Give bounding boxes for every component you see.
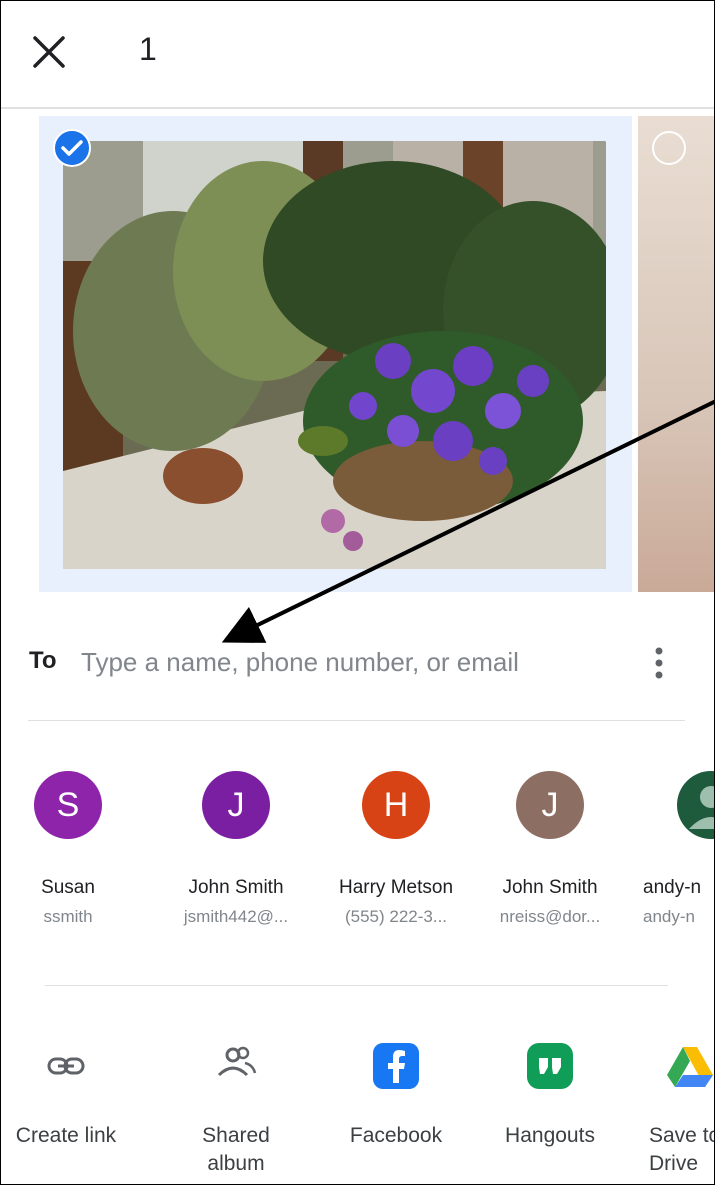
unselected-circle-icon[interactable] (652, 131, 686, 165)
close-icon[interactable] (31, 34, 67, 70)
avatar: S (34, 771, 102, 839)
recipient-row: To (29, 639, 689, 685)
shared-album-icon (217, 1046, 257, 1077)
avatar (677, 771, 714, 839)
selected-check-icon[interactable] (53, 129, 91, 167)
contact-name: andy-n (643, 877, 702, 898)
app-facebook[interactable]: Facebook (321, 1041, 471, 1150)
to-label: To (29, 647, 57, 674)
selected-count: 1 (139, 31, 157, 67)
contact-andy[interactable]: andy-n andy-n (641, 771, 714, 927)
app-label: Shared album (202, 1124, 270, 1175)
recipient-input[interactable] (79, 639, 603, 685)
contact-john-smith-2[interactable]: J John Smith nreiss@dor... (475, 771, 625, 927)
divider (45, 985, 668, 986)
contact-john-smith[interactable]: J John Smith jsmith442@... (161, 771, 311, 927)
app-label: Hangouts (505, 1124, 595, 1147)
contact-detail: andy-n (643, 907, 695, 926)
contact-name: Harry Metson (338, 877, 454, 898)
app-label: Save to Drive (649, 1124, 715, 1175)
contact-detail: ssmith (43, 907, 93, 926)
plants-photo[interactable] (63, 141, 606, 569)
app-label: Facebook (349, 1124, 443, 1147)
next-photo-thumbnail[interactable] (638, 116, 714, 592)
app-label: Create link (15, 1124, 117, 1147)
link-icon (47, 1057, 85, 1075)
top-divider (1, 107, 714, 109)
more-vert-icon[interactable] (649, 641, 669, 685)
person-icon (689, 786, 714, 829)
divider (28, 720, 685, 721)
avatar: J (516, 771, 584, 839)
contact-detail: nreiss@dor... (499, 907, 601, 926)
hangouts-icon (527, 1043, 573, 1089)
contact-harry-metson[interactable]: H Harry Metson (555) 222-3... (321, 771, 471, 927)
screen-frame: 1 To Type a name, phone number, or email… (0, 0, 715, 1185)
app-hangouts[interactable]: Hangouts (475, 1041, 625, 1150)
contact-susan[interactable]: S Susan ssmith (1, 771, 143, 927)
app-create-link[interactable]: Create link (1, 1041, 141, 1150)
drive-icon (667, 1047, 713, 1087)
avatar: H (362, 771, 430, 839)
app-shared-album[interactable]: Shared album (161, 1041, 311, 1178)
contact-name: John Smith (502, 877, 598, 898)
contact-detail: (555) 222-3... (344, 907, 448, 926)
contact-detail: jsmith442@... (183, 907, 289, 926)
facebook-icon (373, 1043, 419, 1089)
app-save-to-drive[interactable]: Save to Drive (649, 1041, 715, 1178)
contact-name: John Smith (188, 877, 284, 898)
top-bar: 1 (1, 1, 714, 107)
avatar: J (202, 771, 270, 839)
contact-name: Susan (41, 877, 95, 898)
